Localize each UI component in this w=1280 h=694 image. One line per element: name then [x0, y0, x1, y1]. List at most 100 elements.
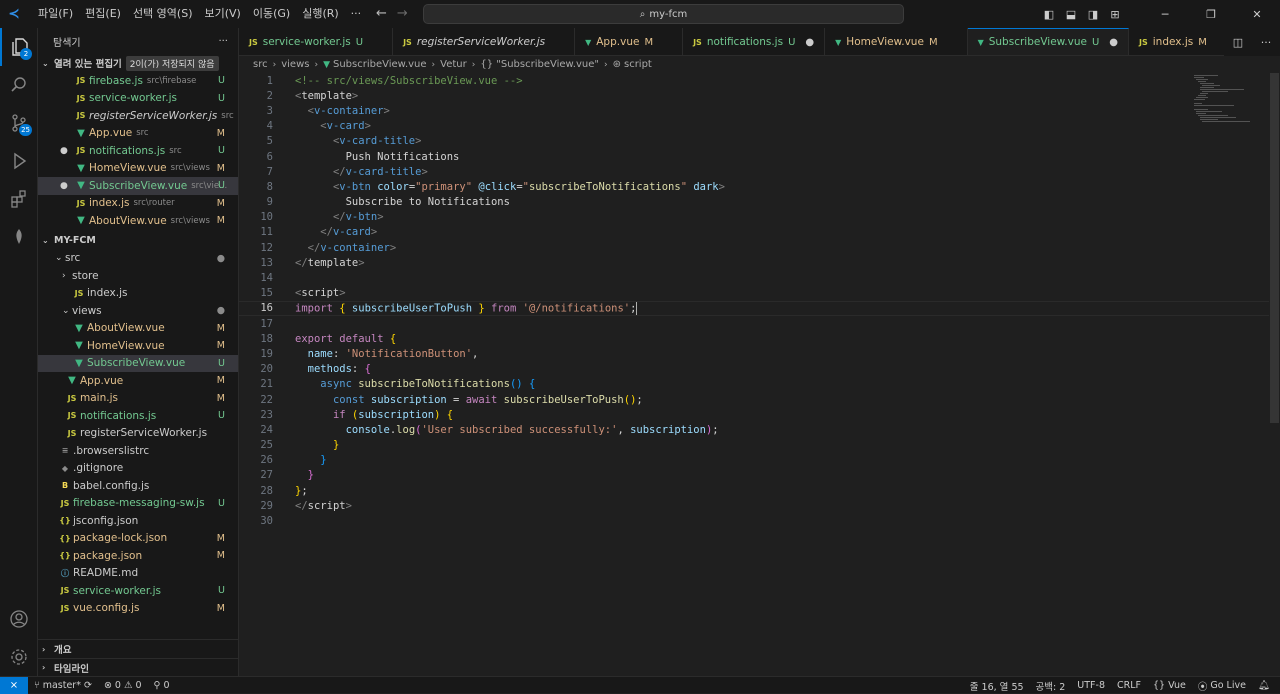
file-item[interactable]: ▼SubscribeView.vueU: [38, 355, 238, 373]
editor-tab[interactable]: ▼App.vueM: [575, 28, 683, 56]
code-line[interactable]: 9 Subscribe to Notifications: [239, 195, 1269, 210]
menu-go[interactable]: 이동(G): [247, 0, 296, 28]
menu-file[interactable]: 파일(F): [32, 0, 79, 28]
editor-tab[interactable]: JSnotifications.jsU●: [683, 28, 825, 56]
code-line[interactable]: 1<!-- src/views/SubscribeView.vue -->: [239, 73, 1269, 88]
code-line[interactable]: 20 methods: {: [239, 362, 1269, 377]
file-item[interactable]: ≡.browserslistrc: [38, 442, 238, 460]
file-item[interactable]: JSservice-worker.jsU: [38, 582, 238, 600]
open-editor-item[interactable]: ●JSnotifications.jssrcU: [38, 142, 238, 160]
folder-item[interactable]: ⌄views●: [38, 302, 238, 320]
file-item[interactable]: Bbabel.config.js: [38, 477, 238, 495]
remote-indicator-icon[interactable]: ⨯: [0, 677, 28, 694]
split-editor-icon[interactable]: ◫: [1233, 36, 1243, 49]
mongodb-icon[interactable]: [0, 218, 38, 256]
toggle-primary-sidebar-icon[interactable]: ◧: [1038, 8, 1060, 21]
editor-scrollbar[interactable]: [1269, 73, 1280, 676]
branch-indicator[interactable]: ⑂ master* ⟳: [28, 680, 98, 691]
open-editor-item[interactable]: ▼AboutView.vuesrc\viewsM: [38, 212, 238, 230]
code-line[interactable]: 11 </v-card>: [239, 225, 1269, 240]
encoding[interactable]: UTF-8: [1071, 680, 1111, 691]
unsaved-dot-icon[interactable]: ●: [1109, 37, 1118, 48]
editor-tab[interactable]: JSindex.jsM: [1129, 28, 1237, 56]
code-line[interactable]: 29</script>: [239, 498, 1269, 513]
code-line[interactable]: 22 const subscription = await subscribeU…: [239, 392, 1269, 407]
explorer-icon[interactable]: 2: [0, 28, 38, 66]
language-mode[interactable]: {} Vue: [1147, 680, 1192, 691]
ports-indicator[interactable]: ⚲ 0: [148, 680, 176, 691]
code-line[interactable]: 27 }: [239, 468, 1269, 483]
command-center-search[interactable]: ⌕ my-fcm: [423, 4, 904, 24]
scrollbar-thumb[interactable]: [1270, 73, 1279, 423]
folder-item[interactable]: ›store: [38, 267, 238, 285]
breadcrumb-item[interactable]: script: [624, 59, 652, 70]
breadcrumb-item[interactable]: views: [281, 59, 309, 70]
project-header[interactable]: ⌄ MY-FCM: [38, 232, 238, 250]
open-editor-item[interactable]: ●▼SubscribeView.vuesrc\vie...U: [38, 177, 238, 195]
code-line[interactable]: 26 }: [239, 453, 1269, 468]
menu-selection[interactable]: 선택 영역(S): [127, 0, 199, 28]
file-item[interactable]: {}jsconfig.json: [38, 512, 238, 530]
code-line[interactable]: 6 Push Notifications: [239, 149, 1269, 164]
restore-button[interactable]: ❐: [1188, 8, 1234, 21]
code-line[interactable]: 5 <v-card-title>: [239, 134, 1269, 149]
open-editor-item[interactable]: JSfirebase.jssrc\firebaseU: [38, 72, 238, 90]
code-line[interactable]: 14: [239, 270, 1269, 285]
toggle-panel-icon[interactable]: ⬓: [1060, 8, 1082, 21]
menu-view[interactable]: 보기(V): [198, 0, 246, 28]
settings-gear-icon[interactable]: [0, 638, 38, 676]
code-line[interactable]: 8 <v-btn color="primary" @click="subscri…: [239, 179, 1269, 194]
file-item[interactable]: ▼HomeView.vueM: [38, 337, 238, 355]
code-line[interactable]: 3 <v-container>: [239, 103, 1269, 118]
close-window-button[interactable]: ✕: [1234, 8, 1280, 21]
editor-tab[interactable]: JSregisterServiceWorker.js: [393, 28, 575, 56]
problems-indicator[interactable]: ⊗ 0 ⚠ 0: [98, 680, 148, 691]
open-editor-item[interactable]: JSindex.jssrc\routerM: [38, 195, 238, 213]
file-item[interactable]: {}package-lock.jsonM: [38, 530, 238, 548]
breadcrumb-item[interactable]: src: [253, 59, 268, 70]
editor-tab[interactable]: ▼HomeView.vueM: [825, 28, 967, 56]
timeline-header[interactable]: › 타임라인: [38, 658, 238, 676]
file-item[interactable]: JSfirebase-messaging-sw.jsU: [38, 495, 238, 513]
menu-edit[interactable]: 편집(E): [79, 0, 127, 28]
go-live-button[interactable]: ⦿ Go Live: [1192, 679, 1252, 693]
cursor-position[interactable]: 줄 16, 열 55: [964, 679, 1030, 693]
file-item[interactable]: ▼AboutView.vueM: [38, 320, 238, 338]
open-editor-item[interactable]: JSregisterServiceWorker.jssrc: [38, 107, 238, 125]
file-item[interactable]: {}package.jsonM: [38, 547, 238, 565]
open-editor-item[interactable]: ▼HomeView.vuesrc\viewsM: [38, 160, 238, 178]
minimize-button[interactable]: ─: [1142, 8, 1188, 21]
code-line[interactable]: 19 name: 'NotificationButton',: [239, 346, 1269, 361]
outline-header[interactable]: › 개요: [38, 640, 238, 658]
open-editor-item[interactable]: JSservice-worker.jsU: [38, 90, 238, 108]
breadcrumb-item[interactable]: Vetur: [440, 59, 467, 70]
code-line[interactable]: 12 </v-container>: [239, 240, 1269, 255]
minimap[interactable]: [1190, 73, 1270, 133]
file-item[interactable]: JSregisterServiceWorker.js: [38, 425, 238, 443]
code-line[interactable]: 23 if (subscription) {: [239, 407, 1269, 422]
code-line[interactable]: 18export default {: [239, 331, 1269, 346]
code-line[interactable]: 4 <v-card>: [239, 119, 1269, 134]
editor-tab[interactable]: ▼SubscribeView.vueU●: [968, 28, 1129, 56]
code-line[interactable]: 25 }: [239, 438, 1269, 453]
unsaved-dot-icon[interactable]: ●: [805, 37, 814, 48]
code-line[interactable]: 10 </v-btn>: [239, 210, 1269, 225]
code-line[interactable]: 30: [239, 513, 1269, 528]
end-of-line[interactable]: CRLF: [1111, 680, 1147, 691]
file-item[interactable]: ⓘREADME.md: [38, 565, 238, 583]
indentation[interactable]: 공백: 2: [1030, 679, 1072, 693]
file-item[interactable]: JSindex.js: [38, 285, 238, 303]
account-icon[interactable]: [0, 600, 38, 638]
breadcrumb-item[interactable]: {} "SubscribeView.vue": [480, 59, 599, 70]
file-item[interactable]: JSmain.jsM: [38, 390, 238, 408]
more-actions-icon[interactable]: ···: [1261, 36, 1272, 49]
code-line[interactable]: 17: [239, 316, 1269, 331]
open-editors-header[interactable]: ⌄ 열려 있는 편집기 2이(가) 저장되지 않음: [38, 54, 238, 72]
code-line[interactable]: 15<script>: [239, 286, 1269, 301]
run-debug-icon[interactable]: [0, 142, 38, 180]
file-item[interactable]: ▼App.vueM: [38, 372, 238, 390]
file-item[interactable]: JSnotifications.jsU: [38, 407, 238, 425]
breadcrumb-item[interactable]: SubscribeView.vue: [333, 59, 427, 70]
menu-more[interactable]: ···: [345, 0, 368, 28]
code-line[interactable]: 7 </v-card-title>: [239, 164, 1269, 179]
